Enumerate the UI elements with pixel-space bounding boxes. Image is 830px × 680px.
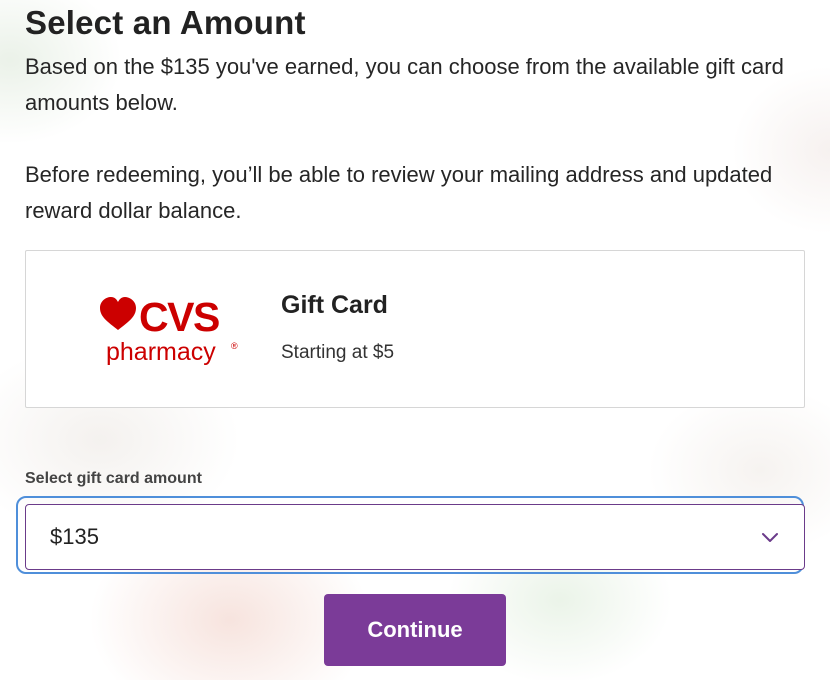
gift-card-starting-price: Starting at $5 xyxy=(281,342,395,363)
chevron-down-icon xyxy=(762,533,778,542)
heart-icon xyxy=(100,297,136,330)
cvs-pharmacy-logo: CVS pharmacy ® xyxy=(100,294,238,366)
brand-sub: pharmacy xyxy=(106,338,216,366)
amount-select-label: Select gift card amount xyxy=(25,470,202,487)
gift-card-option: CVS pharmacy ® Gift Card Starting at $5 xyxy=(25,250,805,408)
brand-word: CVS xyxy=(139,294,219,340)
amount-select-value: $135 xyxy=(50,524,99,549)
continue-button[interactable]: Continue xyxy=(324,594,506,666)
page-title: Select an Amount xyxy=(25,4,306,41)
earned-description: Based on the $135 you've earned, you can… xyxy=(25,54,784,115)
registered-mark: ® xyxy=(231,341,238,351)
gift-card-title: Gift Card xyxy=(281,291,388,319)
amount-select[interactable]: $135 xyxy=(25,504,805,570)
review-description: Before redeeming, you’ll be able to revi… xyxy=(25,162,773,223)
